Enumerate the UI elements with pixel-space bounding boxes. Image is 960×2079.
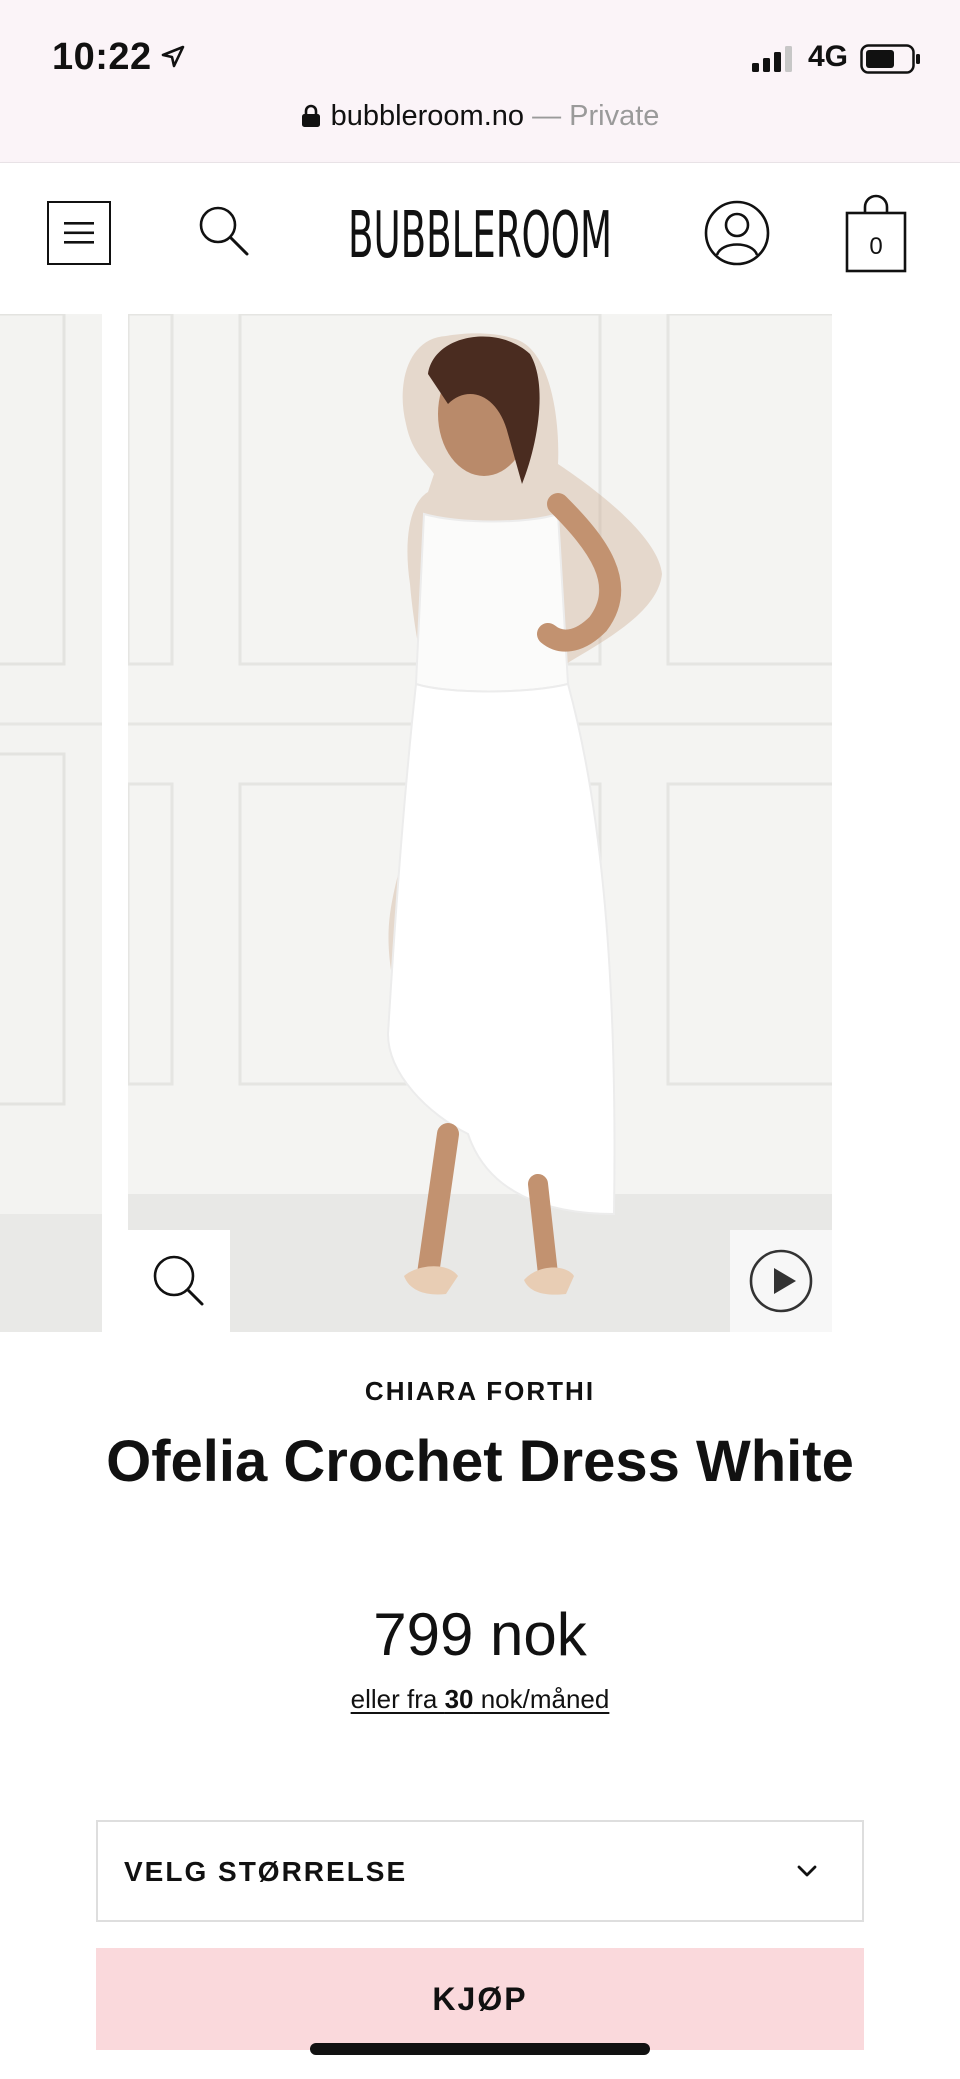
size-select-label: VELG STØRRELSE — [124, 1856, 408, 1887]
account-button[interactable] — [703, 199, 771, 267]
product-price: 799 nok — [373, 1601, 587, 1668]
home-indicator[interactable] — [310, 2043, 650, 2055]
menu-button[interactable] — [47, 201, 111, 265]
play-icon — [749, 1249, 813, 1313]
buy-button[interactable]: KJØP — [96, 1948, 864, 2050]
account-icon — [704, 200, 770, 266]
bubbleroom-logo[interactable]: BUBBLEROOM — [340, 201, 620, 265]
installment-info: eller fra 30 nok/måned — [0, 1684, 960, 1715]
site-header: BUBBLEROOM 0 — [0, 162, 960, 302]
size-select[interactable]: VELG STØRRELSE — [96, 1820, 864, 1922]
installment-prefix: eller fra — [350, 1684, 445, 1714]
previous-product-image[interactable] — [0, 314, 102, 1332]
cart-button[interactable]: 0 — [845, 193, 907, 273]
installment-amount: 30 — [444, 1684, 474, 1714]
zoom-icon — [153, 1255, 204, 1306]
installment-suffix: nok/måned — [473, 1684, 610, 1714]
browser-chrome: 10:22 4G bubbleroom.no — Private — [0, 0, 960, 162]
browsing-mode: — Private — [524, 100, 660, 132]
location-arrow-icon — [161, 45, 185, 68]
logo-text: BUBBLEROOM — [348, 201, 612, 265]
product-title: Ofelia Crochet Dress White — [106, 1429, 854, 1494]
play-video-button[interactable] — [730, 1230, 832, 1332]
status-time: 10:22 — [52, 36, 152, 78]
search-button[interactable] — [196, 203, 252, 259]
network-type: 4G — [808, 40, 849, 73]
status-bar: 10:22 4G — [0, 0, 960, 100]
chevron-down-icon — [797, 1865, 817, 1877]
dress-photo — [128, 314, 832, 1332]
installment-link[interactable]: eller fra 30 nok/måned — [351, 1684, 610, 1714]
battery-icon — [860, 44, 920, 74]
product-brand[interactable]: CHIARA FORTHI — [0, 1376, 960, 1407]
lock-icon — [301, 104, 320, 127]
product-gallery[interactable] — [0, 302, 960, 1332]
search-icon — [199, 206, 249, 256]
signal-icon — [752, 46, 792, 72]
main-product-image[interactable] — [128, 314, 832, 1332]
menu-icon — [64, 222, 94, 244]
url-bar[interactable]: bubbleroom.no — Private — [0, 100, 960, 144]
zoom-button[interactable] — [128, 1230, 230, 1332]
url-domain: bubbleroom.no — [330, 100, 525, 132]
wall-panel-graphic — [0, 314, 102, 1332]
cart-count: 0 — [869, 233, 883, 260]
